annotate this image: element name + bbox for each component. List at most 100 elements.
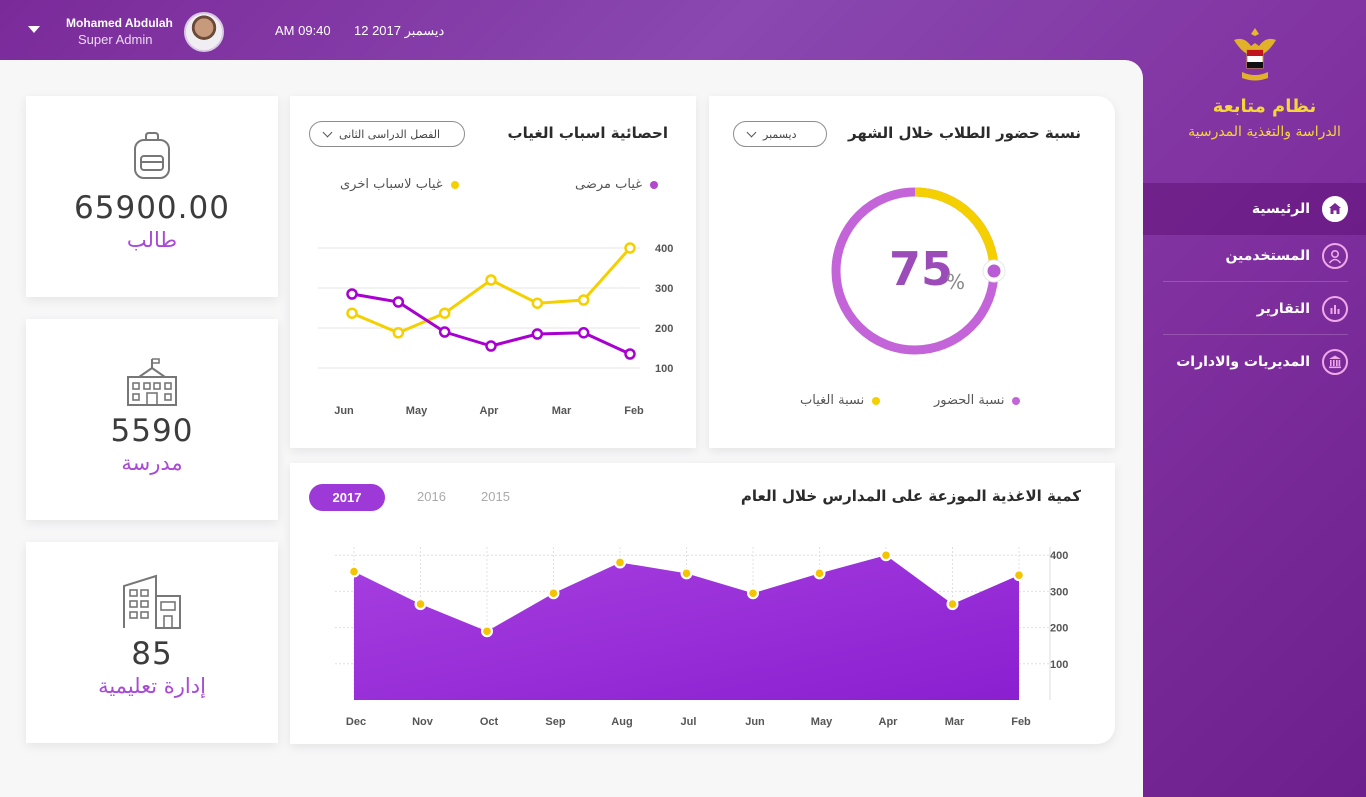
data-point <box>392 296 405 308</box>
data-point <box>948 600 957 608</box>
divider <box>1163 281 1348 282</box>
legend-absent: نسبة الغياب <box>800 393 881 408</box>
food-area-chart: 100 200 300 400 Dec Nov Oct Sep Aug Jul Jun May Apr M… <box>335 547 1068 728</box>
data-point <box>882 551 890 560</box>
backpack-icon <box>134 132 170 179</box>
x-tick-label: Apr <box>480 405 500 417</box>
x-tick-label: Mar <box>945 716 965 728</box>
sidebar-item-label: المستخدمين <box>1225 248 1310 264</box>
directorates-stat-card: 85 إدارة تعليمية <box>26 542 278 743</box>
legend-dot <box>872 396 881 405</box>
y-tick-label: 200 <box>655 323 673 335</box>
data-point <box>346 307 358 319</box>
x-tick-label: Sep <box>545 716 565 728</box>
data-point <box>438 326 451 338</box>
y-tick-label: 100 <box>1050 659 1068 671</box>
data-point <box>815 569 824 578</box>
x-tick-label: Jun <box>334 405 354 417</box>
food-distribution-card: كمية الاغذية الموزعة على المدارس خلال ال… <box>290 463 1115 744</box>
user-icon <box>1322 243 1348 269</box>
system-title: نظام متابعة <box>1212 96 1317 117</box>
percent-sign: % <box>946 270 966 294</box>
data-point <box>392 327 405 339</box>
sidebar-item-directorates[interactable]: المديريات والادارات <box>1143 336 1366 388</box>
x-tick-label: Jul <box>681 716 697 728</box>
y-tick-label: 400 <box>1050 550 1068 562</box>
x-tick-label: Feb <box>624 405 644 417</box>
data-point <box>549 589 558 598</box>
legend-dot <box>1012 396 1021 405</box>
students-stat-card: 65900.00 طالب <box>26 96 278 297</box>
data-point <box>577 294 590 306</box>
legend-present-label: نسبة الحضور <box>934 393 1005 408</box>
x-tick-label: Mar <box>552 405 572 417</box>
schools-stat-card: 5590 مدرسة <box>26 319 278 520</box>
school-icon <box>127 358 177 406</box>
schools-label: مدرسة <box>121 451 183 475</box>
home-icon <box>1322 196 1348 222</box>
data-point <box>624 348 636 360</box>
current-time: AM 09:40 <box>275 23 331 38</box>
y-tick-label: 100 <box>655 363 673 375</box>
avatar[interactable] <box>184 12 224 52</box>
x-tick-label: May <box>811 716 833 728</box>
y-tick-label: 300 <box>655 283 673 295</box>
user-menu-caret-icon[interactable] <box>28 26 40 33</box>
system-subtitle: الدراسة والتغذية المدرسية <box>1188 124 1341 140</box>
y-tick-label: 300 <box>1050 586 1068 598</box>
data-point <box>616 558 624 567</box>
top-bar: Mohamed Abdulah Super Admin AM 09:40 12 … <box>0 0 1143 60</box>
office-building-icon <box>123 574 181 629</box>
directorates-label: إدارة تعليمية <box>98 674 206 698</box>
attendance-card: نسبة حضور الطلاب خلال الشهر ديسمبر 75 % … <box>709 96 1115 448</box>
series-line <box>351 247 632 335</box>
x-tick-label: Oct <box>480 716 499 728</box>
x-tick-label: Jun <box>745 716 765 728</box>
data-point <box>438 307 451 319</box>
data-point <box>1015 571 1023 579</box>
building-icon <box>1322 349 1348 375</box>
divider <box>1163 334 1348 335</box>
students-label: طالب <box>126 228 178 252</box>
attendance-percent: 75 <box>889 242 954 296</box>
schools-count: 5590 <box>110 413 194 449</box>
data-point <box>624 242 636 254</box>
sidebar-item-label: المديريات والادارات <box>1176 354 1310 370</box>
absence-line-chart: 100 200 300 400 Jun May Apr Mar Feb <box>318 242 673 417</box>
x-tick-label: Apr <box>879 716 899 728</box>
sidebar-item-users[interactable]: المستخدمين <box>1143 230 1366 282</box>
data-point <box>749 589 757 598</box>
data-point <box>577 327 590 339</box>
data-point <box>416 600 425 608</box>
data-point <box>485 274 497 286</box>
legend-absent-label: نسبة الغياب <box>800 393 865 408</box>
x-tick-label: Dec <box>346 716 366 728</box>
x-tick-label: Nov <box>412 716 434 728</box>
y-tick-label: 200 <box>1050 623 1068 635</box>
sidebar-item-home[interactable]: الرئيسية <box>1143 183 1366 235</box>
sidebar-item-label: الرئيسية <box>1251 201 1310 217</box>
absence-reasons-card: احصائية اسباب الغياب الفصل الدراسى الثان… <box>290 96 696 448</box>
y-tick-label: 400 <box>655 243 673 255</box>
data-point <box>682 569 691 578</box>
bar-chart-icon <box>1322 296 1348 322</box>
sidebar-item-reports[interactable]: التقارير <box>1143 283 1366 335</box>
user-name: Mohamed Abdulah <box>66 16 173 30</box>
data-point <box>485 340 497 352</box>
current-date: 12 ديسمبر 2017 <box>354 23 445 38</box>
data-point <box>531 328 544 340</box>
data-point <box>350 567 358 576</box>
sidebar-item-label: التقارير <box>1256 301 1310 317</box>
x-tick-label: May <box>406 405 428 417</box>
x-tick-label: Aug <box>611 716 632 728</box>
legend-present: نسبة الحضور <box>934 393 1021 408</box>
data-point <box>483 627 491 636</box>
x-tick-label: Feb <box>1011 716 1031 728</box>
donut-handle <box>987 264 1001 278</box>
egypt-eagle-logo <box>1234 28 1276 81</box>
data-point <box>346 288 358 300</box>
user-role: Super Admin <box>78 32 153 47</box>
directorates-count: 85 <box>131 636 173 672</box>
data-point <box>531 297 544 309</box>
students-count: 65900.00 <box>74 190 230 226</box>
